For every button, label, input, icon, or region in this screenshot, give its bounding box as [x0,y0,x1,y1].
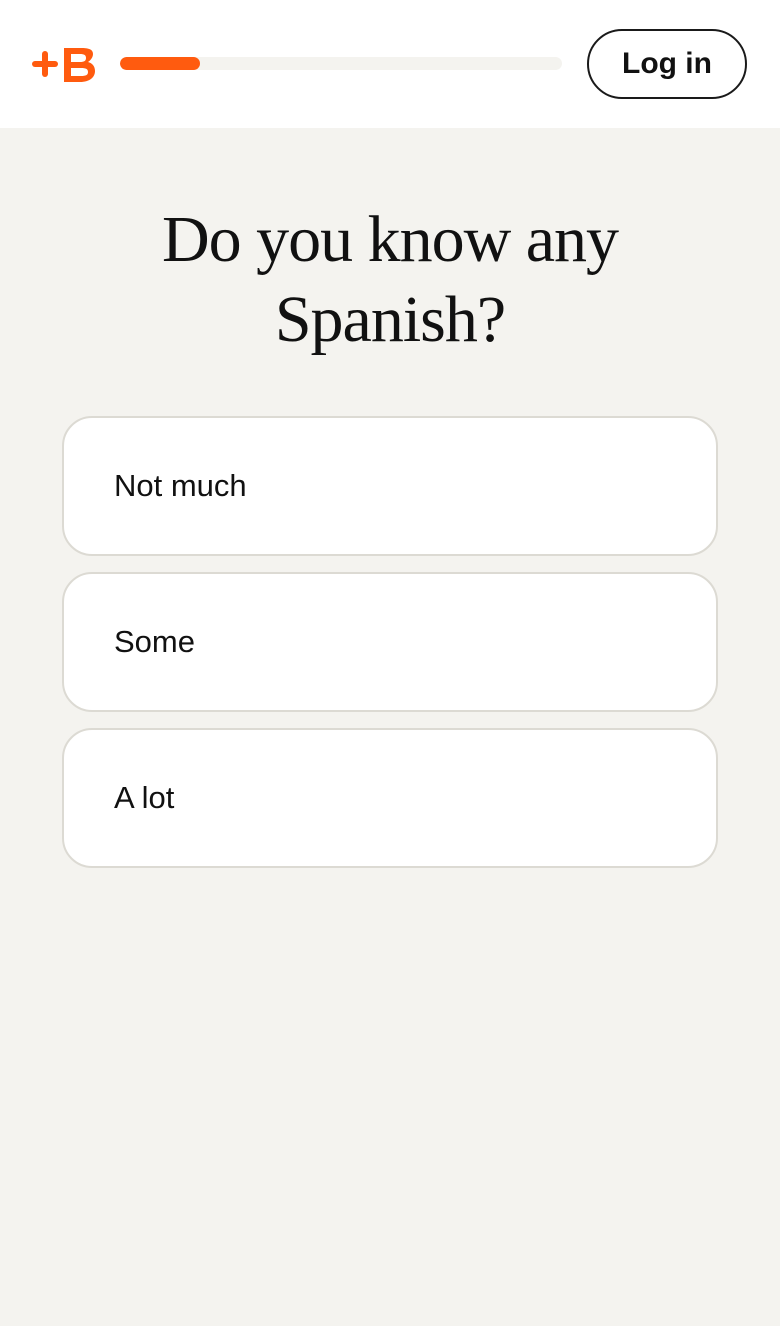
progress-bar-fill [120,57,200,70]
answer-options: Not much Some A lot [62,416,718,884]
progress-bar [120,57,562,70]
login-button[interactable]: Log in [587,29,747,99]
option-some[interactable]: Some [62,572,718,712]
page-title: Do you know any Spanish? [161,203,619,356]
option-label: Not much [114,468,247,503]
option-not-much[interactable]: Not much [62,416,718,556]
option-label: A lot [114,780,175,815]
option-a-lot[interactable]: A lot [62,728,718,868]
babbel-logo-icon[interactable] [30,42,98,88]
top-bar: Log in [0,0,780,128]
option-label: Some [114,624,195,659]
